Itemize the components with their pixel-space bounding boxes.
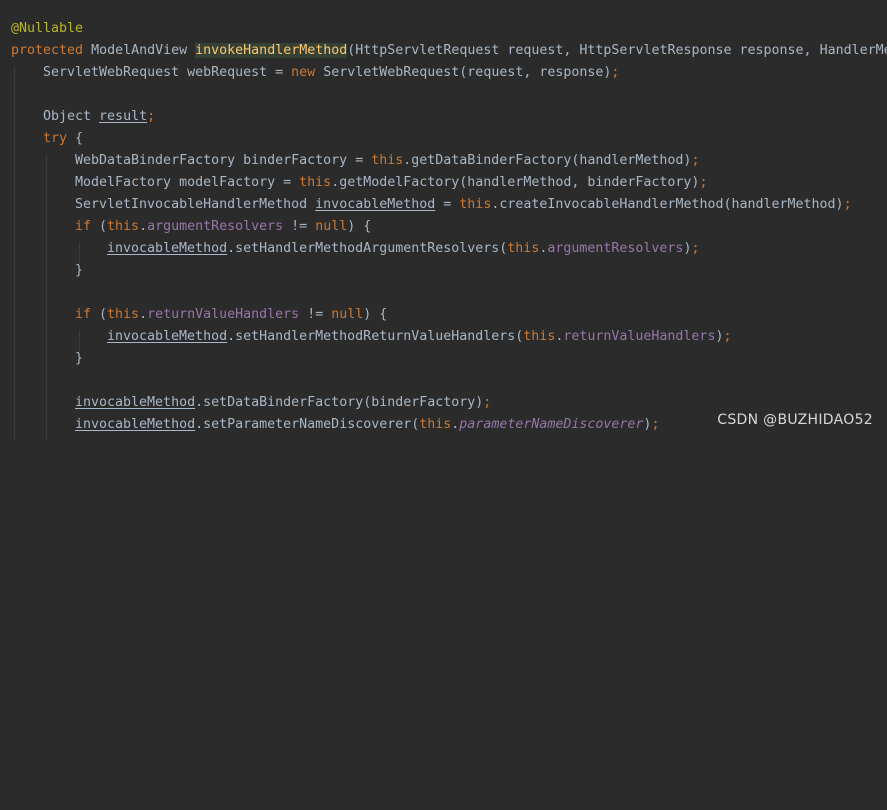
keyword-this: this (299, 175, 332, 190)
variable-invocable-method[interactable]: invocableMethod (107, 329, 227, 344)
code-text: ServletWebRequest webRequest = (43, 65, 292, 80)
field-return-value-handlers[interactable]: returnValueHandlers (147, 307, 299, 322)
code-line-annotation: @Nullable (11, 18, 83, 40)
code-text: .setParameterNameDiscoverer( (195, 417, 420, 432)
code-text: ) { (363, 307, 388, 322)
keyword-this: this (419, 417, 452, 432)
code-text: ( (91, 307, 108, 322)
field-argument-resolvers[interactable]: argumentResolvers (547, 241, 683, 256)
method-name-declaration[interactable]: invokeHandlerMethod (195, 43, 348, 58)
field-return-value-handlers[interactable]: returnValueHandlers (563, 329, 715, 344)
code-text: != (299, 307, 332, 322)
code-text: . (139, 307, 148, 322)
code-editor[interactable]: @Nullable protected ModelAndView invokeH… (0, 0, 887, 440)
code-text: WebDataBinderFactory binderFactory = (75, 153, 372, 168)
csdn-watermark: CSDN @BUZHIDAO52 (717, 412, 873, 428)
code-line-invocable-method: ServletInvocableHandlerMethod invocableM… (75, 194, 852, 216)
code-text: ) { (347, 219, 372, 234)
code-text: .getModelFactory(handlerMethod, binderFa… (331, 175, 700, 190)
code-line-object-result: Object result; (43, 106, 155, 128)
keyword-try: try (43, 131, 68, 146)
code-text: { (67, 131, 84, 146)
closing-brace: } (75, 351, 84, 366)
return-type: ModelAndView (83, 43, 196, 58)
code-text: ServletInvocableHandlerMethod (75, 197, 316, 212)
semicolon: ; (723, 329, 732, 344)
keyword-this: this (107, 219, 140, 234)
code-line-close-brace: } (75, 348, 83, 370)
code-line-if-return-value-handlers: if (this.returnValueHandlers != null) { (75, 304, 387, 326)
keyword-protected: protected (11, 43, 84, 58)
code-line-set-return-value-handlers: invocableMethod.setHandlerMethodReturnVa… (107, 326, 731, 348)
code-line-set-argument-resolvers: invocableMethod.setHandlerMethodArgument… (107, 238, 699, 260)
semicolon: ; (699, 175, 708, 190)
code-line-set-data-binder-factory: invocableMethod.setDataBinderFactory(bin… (75, 392, 491, 414)
code-text: .setHandlerMethodArgumentResolvers( (227, 241, 508, 256)
code-line-model-factory: ModelFactory modelFactory = this.getMode… (75, 172, 707, 194)
variable-invocable-method[interactable]: invocableMethod (315, 197, 435, 212)
semicolon: ; (651, 417, 660, 432)
keyword-null: null (315, 219, 348, 234)
field-parameter-name-discoverer[interactable]: parameterNameDiscoverer (459, 417, 643, 432)
code-line-webrequest: ServletWebRequest webRequest = new Servl… (43, 62, 619, 84)
indent-guide (46, 154, 47, 440)
variable-invocable-method[interactable]: invocableMethod (107, 241, 227, 256)
code-text: .getDataBinderFactory(handlerMethod) (403, 153, 692, 168)
code-text: != (283, 219, 316, 234)
code-text: Object (43, 109, 100, 124)
variable-result[interactable]: result (99, 109, 147, 124)
field-argument-resolvers[interactable]: argumentResolvers (147, 219, 283, 234)
semicolon: ; (483, 395, 492, 410)
semicolon: ; (691, 153, 700, 168)
keyword-new: new (291, 65, 316, 80)
semicolon: ; (147, 109, 156, 124)
keyword-this: this (459, 197, 492, 212)
code-line-try: try { (43, 128, 83, 150)
code-line-set-parameter-name-discoverer: invocableMethod.setParameterNameDiscover… (75, 414, 659, 436)
method-params: (HttpServletRequest request, HttpServlet… (347, 43, 887, 58)
code-line-close-brace: } (75, 260, 83, 282)
code-line-if-argument-resolvers: if (this.argumentResolvers != null) { (75, 216, 371, 238)
code-text: = (435, 197, 460, 212)
code-line-method-signature: protected ModelAndView invokeHandlerMeth… (11, 40, 887, 62)
annotation-nullable: @Nullable (11, 21, 84, 36)
code-line-binder-factory: WebDataBinderFactory binderFactory = thi… (75, 150, 699, 172)
semicolon: ; (691, 241, 700, 256)
keyword-this: this (523, 329, 556, 344)
keyword-this: this (507, 241, 540, 256)
code-text: ( (91, 219, 108, 234)
code-text: . (139, 219, 148, 234)
indent-guide (14, 66, 15, 440)
code-text: .setDataBinderFactory(binderFactory) (195, 395, 484, 410)
closing-brace: } (75, 263, 84, 278)
variable-invocable-method[interactable]: invocableMethod (75, 417, 195, 432)
code-text: ServletWebRequest(request, response) (315, 65, 612, 80)
keyword-if: if (75, 307, 92, 322)
keyword-this: this (107, 307, 140, 322)
code-text: .createInvocableHandlerMethod(handlerMet… (491, 197, 844, 212)
keyword-this: this (371, 153, 404, 168)
semicolon: ; (611, 65, 620, 80)
semicolon: ; (843, 197, 852, 212)
keyword-null: null (331, 307, 364, 322)
code-text: ModelFactory modelFactory = (75, 175, 300, 190)
variable-invocable-method[interactable]: invocableMethod (75, 395, 195, 410)
keyword-if: if (75, 219, 92, 234)
code-text: .setHandlerMethodReturnValueHandlers( (227, 329, 524, 344)
